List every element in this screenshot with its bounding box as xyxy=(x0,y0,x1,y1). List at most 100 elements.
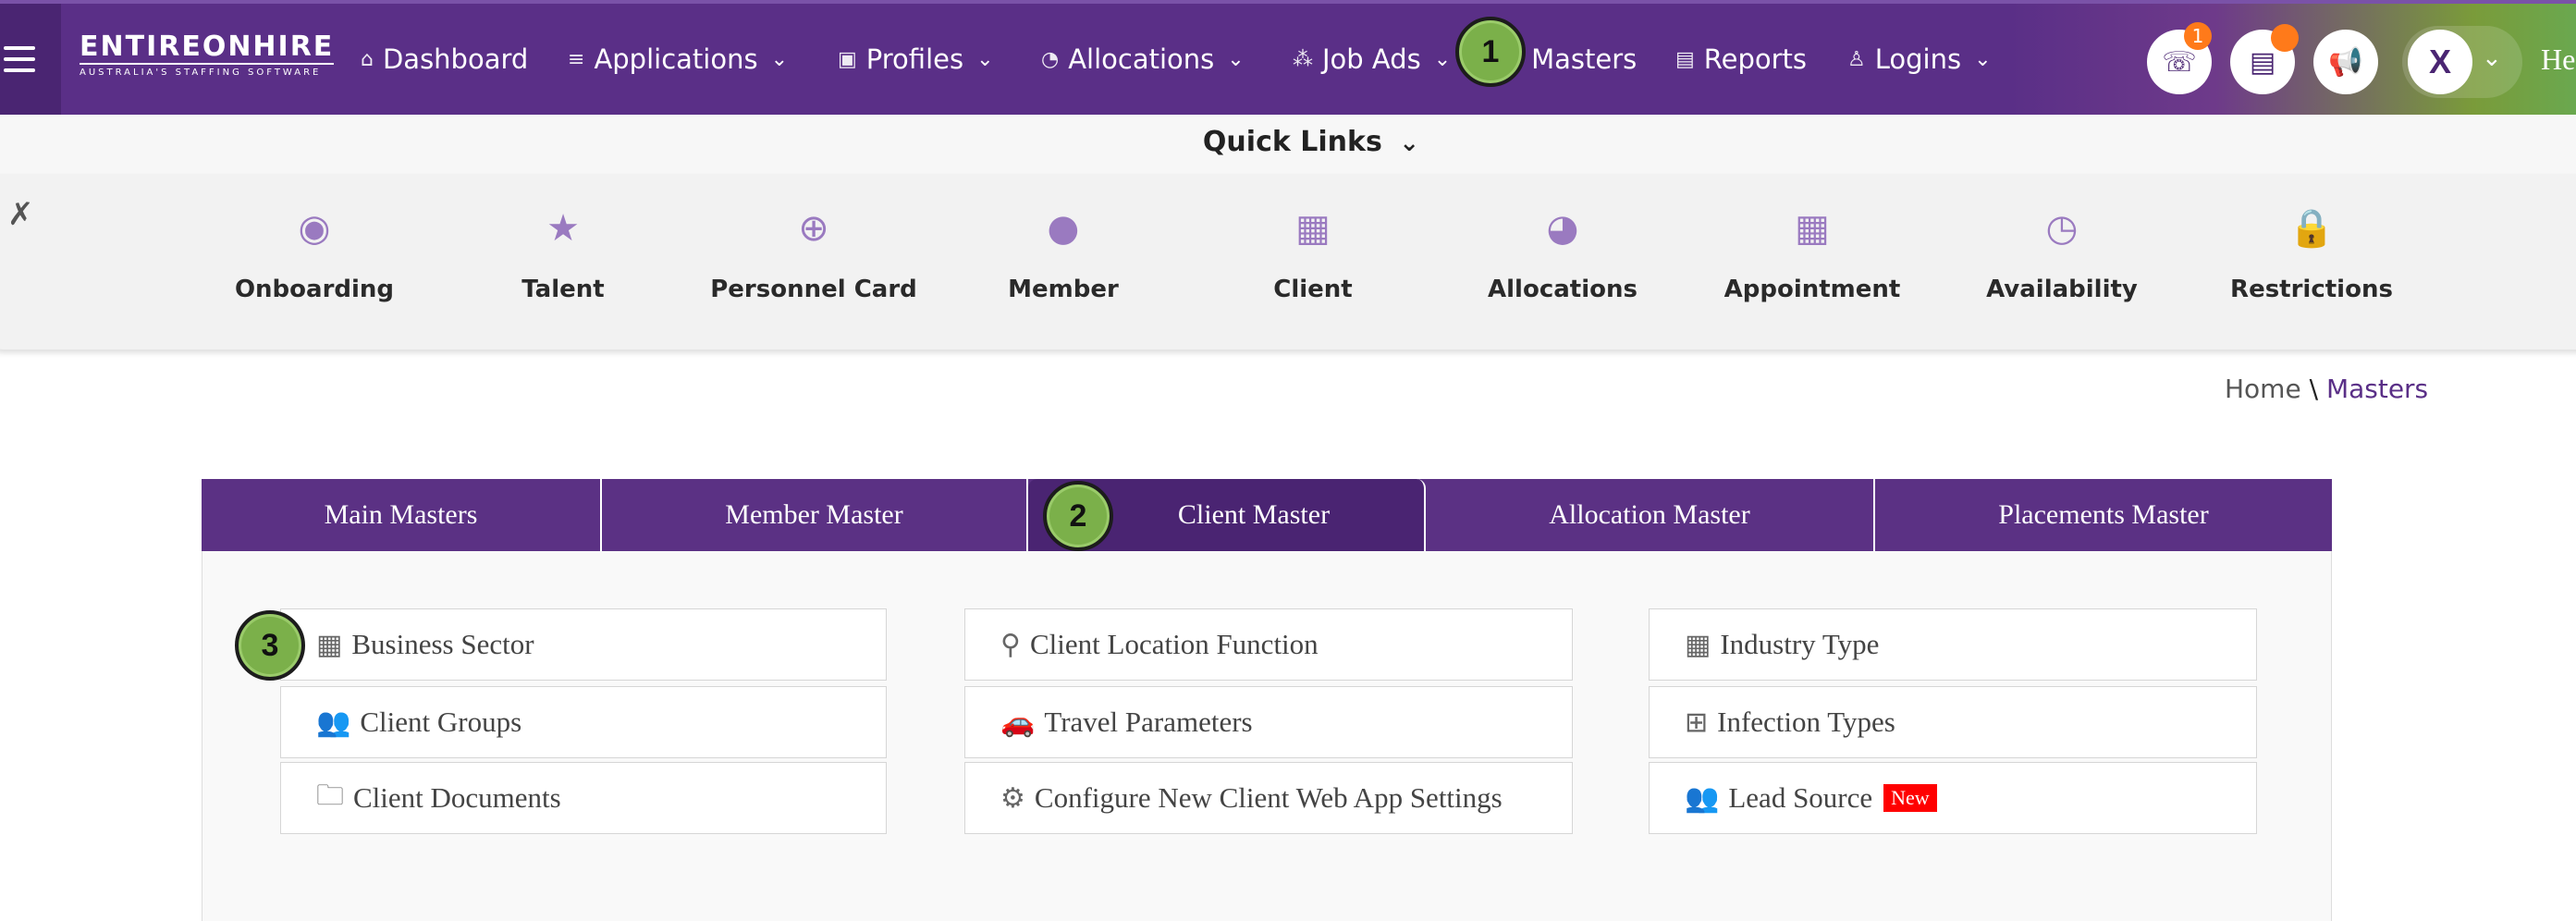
nav-profiles[interactable]: ▣ Profiles ⌄ xyxy=(838,41,994,78)
quick-link-allocations[interactable]: ◕ Allocations xyxy=(1447,205,1678,303)
tab-allocation-master[interactable]: Allocation Master xyxy=(1426,479,1875,551)
nav-label: Masters xyxy=(1531,43,1638,75)
chevron-down-icon: ⌄ xyxy=(770,47,789,71)
announcements-button[interactable]: 📢 xyxy=(2313,30,2378,94)
quick-link-appointment[interactable]: ▦ Appointment xyxy=(1697,205,1928,303)
chevron-down-icon: ⌄ xyxy=(1399,129,1420,157)
users-icon: 👥 xyxy=(1685,781,1720,815)
unpin-icon[interactable]: ✗ xyxy=(7,196,34,233)
quick-link-label: Talent xyxy=(521,276,605,303)
tab-label: Client Master xyxy=(1177,499,1331,530)
clock-icon: ◷ xyxy=(2045,207,2079,250)
card-business-sector[interactable]: ▦ Business Sector xyxy=(280,608,887,681)
card-label: Lead Source xyxy=(1728,781,1873,814)
nav-logins[interactable]: ♙ Logins ⌄ xyxy=(1847,41,1992,78)
lock-icon: 🔒 xyxy=(2288,207,2335,250)
nav-label: Logins xyxy=(1874,43,1962,75)
quick-link-member[interactable]: ● Member xyxy=(948,205,1179,303)
network-icon: ⁂ xyxy=(1293,47,1313,71)
folder-icon: 🗀 xyxy=(316,779,344,812)
nav-label: Reports xyxy=(1703,43,1808,75)
nav-label: Applications xyxy=(594,43,758,75)
card-infection-types[interactable]: ⊞ Infection Types xyxy=(1649,686,2257,758)
nav-allocations[interactable]: ◔ Allocations ⌄ xyxy=(1041,41,1245,78)
chevron-down-icon: ⌄ xyxy=(1227,47,1245,71)
card-label: Client Documents xyxy=(353,781,561,814)
quick-link-restrictions[interactable]: 🔒 Restrictions xyxy=(2196,205,2427,303)
quick-link-label: Restrictions xyxy=(2230,276,2393,303)
tab-member-master[interactable]: Member Master xyxy=(602,479,1028,551)
brand-tagline: AUSTRALIA'S STAFFING SOFTWARE xyxy=(80,63,335,80)
step-marker-1: 1 xyxy=(1455,17,1526,87)
nav-applications[interactable]: ≡ Applications ⌄ xyxy=(568,41,788,78)
nav-dashboard[interactable]: ⌂ Dashboard xyxy=(361,41,528,78)
chevron-down-icon[interactable]: ⌄ xyxy=(2482,44,2502,72)
id-card-icon: ▣ xyxy=(838,47,857,71)
building-icon: ▦ xyxy=(1685,628,1711,661)
card-client-documents[interactable]: 🗀 Client Documents xyxy=(280,762,887,834)
chevron-down-icon: ⌄ xyxy=(1974,47,1992,71)
star-icon: ★ xyxy=(546,207,580,250)
map-pin-icon: ⚲ xyxy=(1000,628,1021,661)
pie-icon: ◕ xyxy=(1546,207,1579,250)
pie-icon: ◔ xyxy=(1041,47,1060,71)
list-icon: ≡ xyxy=(568,47,585,71)
nav-job-ads[interactable]: ⁂ Job Ads ⌄ xyxy=(1293,41,1451,78)
notification-dot xyxy=(2271,24,2299,52)
chevron-down-icon: ⌄ xyxy=(976,47,994,71)
card-label: Client Location Function xyxy=(1029,628,1319,660)
quick-link-availability[interactable]: ◷ Availability xyxy=(1946,205,2177,303)
chevron-down-icon: ⌄ xyxy=(1433,47,1452,71)
person-icon: ● xyxy=(1047,207,1080,250)
menu-toggle-button[interactable] xyxy=(0,4,61,115)
tab-placements-master[interactable]: Placements Master xyxy=(1875,479,2332,551)
breadcrumb: Home \ Masters xyxy=(2225,374,2428,404)
breadcrumb-separator: \ xyxy=(2309,374,2319,404)
quick-link-personnel-card[interactable]: ⊕ Personnel Card xyxy=(698,205,929,303)
avatar[interactable]: X xyxy=(2408,30,2472,94)
card-label: Infection Types xyxy=(1717,706,1895,738)
card-label: Client Groups xyxy=(360,706,522,738)
card-configure-client-web-app[interactable]: ⚙ Configure New Client Web App Settings xyxy=(964,762,1573,834)
user-icon: ♙ xyxy=(1847,47,1866,71)
nav-reports[interactable]: ▤ Reports xyxy=(1675,41,1807,78)
client-master-panel: ▦ Business Sector 👥 Client Groups 🗀 Clie… xyxy=(202,551,2332,921)
card-lead-source[interactable]: 👥 Lead Source New xyxy=(1649,762,2257,834)
call-count-badge: 1 xyxy=(2184,22,2212,50)
brand-name: ENTIREONHIRE xyxy=(80,31,335,63)
quick-link-label: Allocations xyxy=(1488,276,1638,303)
user-greeting: He xyxy=(2541,43,2576,76)
nav-label: Job Ads xyxy=(1322,43,1421,75)
step-marker-3: 3 xyxy=(235,610,305,681)
user-circle-icon: ◉ xyxy=(298,207,331,250)
nav-masters[interactable]: ▯ Masters xyxy=(1511,41,1637,78)
card-client-groups[interactable]: 👥 Client Groups xyxy=(280,686,887,758)
hamburger-line xyxy=(4,57,35,61)
quick-links-title: Quick Links xyxy=(1202,126,1382,158)
car-icon: 🚗 xyxy=(1000,706,1036,739)
quick-link-label: Member xyxy=(1008,276,1119,303)
card-client-location-function[interactable]: ⚲ Client Location Function xyxy=(964,608,1573,681)
breadcrumb-home[interactable]: Home xyxy=(2225,374,2301,404)
brand-logo[interactable]: ENTIREONHIRE AUSTRALIA'S STAFFING SOFTWA… xyxy=(80,31,335,80)
document-icon: ▤ xyxy=(2249,45,2276,79)
quick-link-client[interactable]: ▦ Client xyxy=(1197,205,1429,303)
building-icon: ▦ xyxy=(1295,207,1331,250)
card-label: Configure New Client Web App Settings xyxy=(1034,781,1503,814)
card-industry-type[interactable]: ▦ Industry Type xyxy=(1649,608,2257,681)
quick-links-toggle[interactable]: Quick Links ⌄ xyxy=(0,126,2576,158)
card-travel-parameters[interactable]: 🚗 Travel Parameters xyxy=(964,686,1573,758)
tab-main-masters[interactable]: Main Masters xyxy=(202,479,602,551)
masters-tabs: Main Masters Member Master Client Master… xyxy=(202,479,2332,551)
home-icon: ⌂ xyxy=(361,47,374,71)
nav-label: Dashboard xyxy=(382,43,529,75)
top-navbar: ENTIREONHIRE AUSTRALIA'S STAFFING SOFTWA… xyxy=(0,0,2576,115)
nav-label: Profiles xyxy=(865,43,964,75)
quick-link-label: Client xyxy=(1273,276,1353,303)
quick-link-onboarding[interactable]: ◉ Onboarding xyxy=(199,205,430,303)
quick-link-talent[interactable]: ★ Talent xyxy=(448,205,679,303)
breadcrumb-current: Masters xyxy=(2325,374,2429,404)
nav-label: Allocations xyxy=(1068,43,1215,75)
step-marker-2: 2 xyxy=(1043,481,1113,551)
card-label: Travel Parameters xyxy=(1044,706,1253,738)
